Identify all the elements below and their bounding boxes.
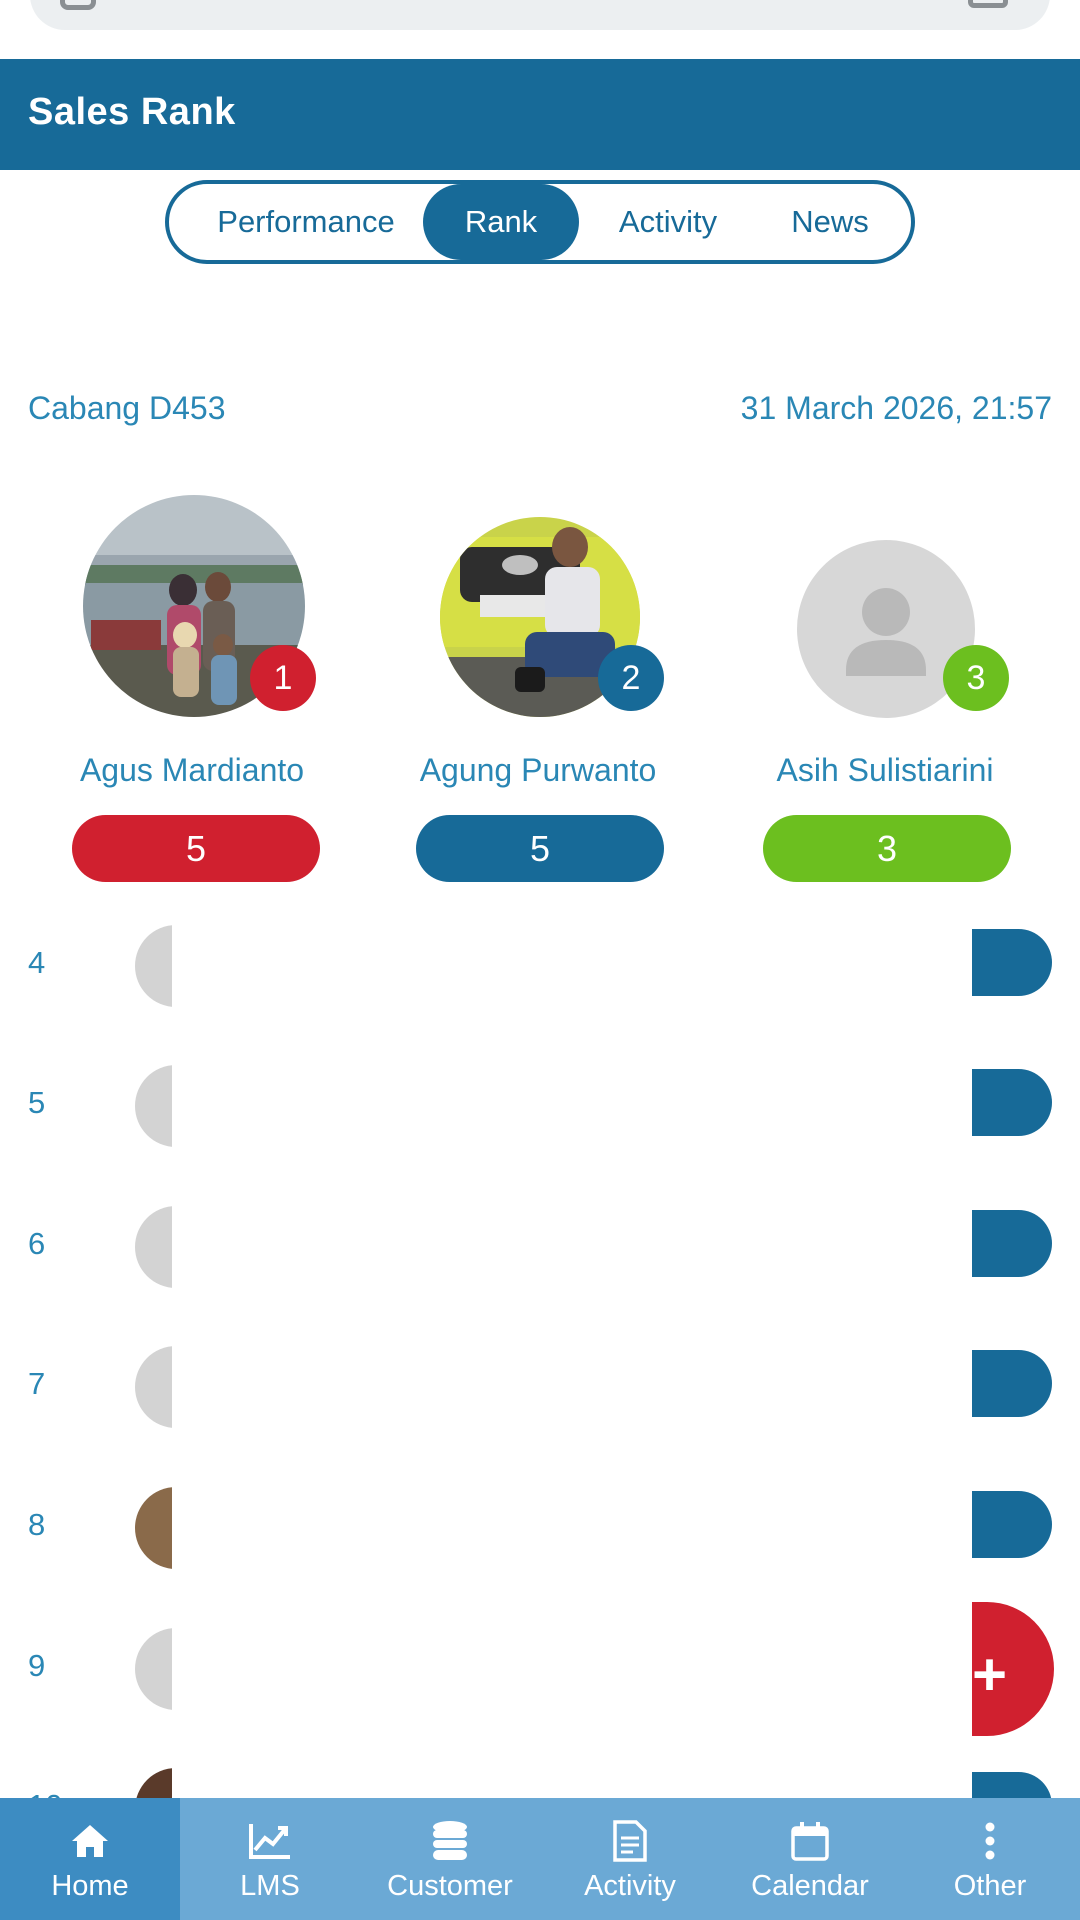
list-item[interactable]: 5 [0,1055,1080,1195]
page-title: Sales Rank [28,91,236,133]
more-vertical-icon [968,1820,1012,1862]
tabs-icon[interactable] [60,0,96,10]
list-item-body [172,1618,972,1758]
podium-name: Agus Mardianto [79,752,305,788]
nav-label: Customer [387,1870,513,1902]
rank-badge: 3 [943,645,1009,711]
plus-icon: + [972,1641,1008,1708]
list-rank: 6 [28,1226,46,1261]
list-item[interactable]: 7 [0,1336,1080,1476]
segmented-tabs: Performance Rank Activity News [165,180,915,264]
database-icon [428,1820,472,1862]
chart-line-icon [248,1820,292,1862]
nav-home[interactable]: Home [0,1798,180,1920]
tab-news[interactable]: News [755,184,905,260]
nav-customer[interactable]: Customer [360,1798,540,1920]
list-item[interactable]: 9 [0,1618,1080,1758]
datetime-label: 31 March 2026, 21:57 [740,390,1052,426]
tab-rank[interactable]: Rank [423,184,579,260]
list-item-body [172,1196,972,1336]
nav-label: Home [51,1870,129,1902]
nav-label: Activity [584,1870,676,1902]
tab-activity[interactable]: Activity [589,184,747,260]
score-tab [972,1210,1052,1277]
score-tab [972,1069,1052,1136]
list-rank: 9 [28,1648,46,1683]
nav-label: LMS [240,1870,300,1902]
nav-label: Calendar [751,1870,869,1902]
list-item-body [172,1477,972,1617]
podium-name: Asih Sulistiarini [776,752,994,788]
score-tab [972,1350,1052,1417]
score-tab [972,1491,1052,1558]
tab-performance[interactable]: Performance [189,184,423,260]
search-bar-area [0,0,1080,59]
score-tab [972,929,1052,996]
nav-other[interactable]: Other [900,1798,1080,1920]
branch-label: Cabang D453 [28,390,226,426]
list-item-body [172,915,972,1055]
calendar-icon [788,1820,832,1862]
bottom-nav: Home LMS Customer Activity Calendar Othe… [0,1798,1080,1920]
app-header: Sales Rank [0,59,1080,170]
score-pill: 5 [72,815,320,882]
nav-activity[interactable]: Activity [540,1798,720,1920]
nav-label: Other [953,1870,1027,1902]
list-item[interactable]: 4 [0,915,1080,1055]
score-pill: 5 [416,815,664,882]
home-icon [68,1820,112,1862]
rank-badge: 2 [598,645,664,711]
list-item[interactable]: 8 [0,1477,1080,1617]
window-icon[interactable] [968,0,1008,8]
search-bar[interactable] [30,0,1050,30]
document-icon [608,1820,652,1862]
nav-lms[interactable]: LMS [180,1798,360,1920]
rank-badge: 1 [250,645,316,711]
podium-name: Agung Purwanto [419,752,657,788]
list-rank: 4 [28,945,46,980]
list-rank: 7 [28,1366,46,1401]
nav-calendar[interactable]: Calendar [720,1798,900,1920]
list-rank: 5 [28,1085,46,1120]
list-item[interactable]: 6 [0,1196,1080,1336]
score-pill: 3 [763,815,1011,882]
list-rank: 8 [28,1507,46,1542]
list-item-body [172,1055,972,1195]
list-item-body [172,1336,972,1476]
